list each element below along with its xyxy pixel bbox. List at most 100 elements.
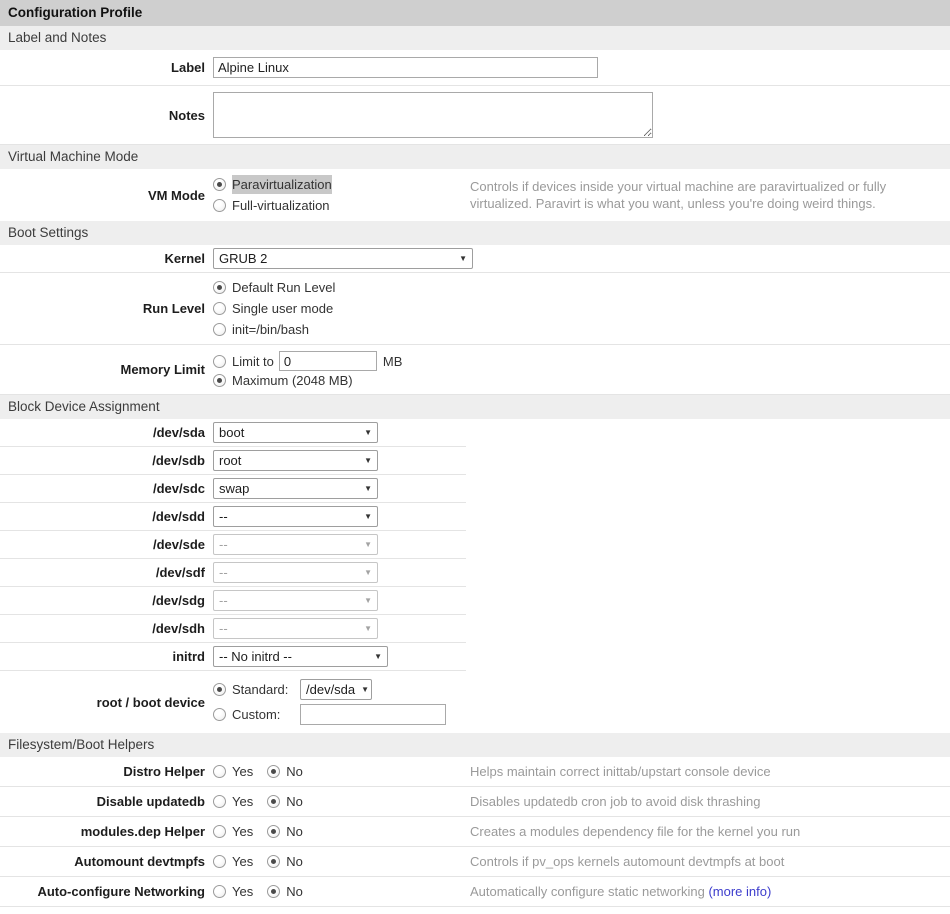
root-boot-device-row: root / boot device Standard: /dev/sda ▼ …	[0, 671, 950, 733]
init-bin-bash-option-label[interactable]: init=/bin/bash	[232, 320, 309, 339]
helper-label: Automount devtmpfs	[0, 854, 213, 869]
helper-label: Disable updatedb	[0, 794, 213, 809]
helper-label: modules.dep Helper	[0, 824, 213, 839]
chevron-down-icon: ▼	[364, 624, 372, 633]
initrd-select-value: -- No initrd --	[219, 649, 292, 664]
section-virtual-machine-mode: Virtual Machine Mode	[0, 145, 950, 169]
memory-limit-input[interactable]	[279, 351, 377, 371]
device-label: /dev/sda	[0, 425, 213, 440]
helper-row-modules-dep: modules.dep Helper Yes No Creates a modu…	[0, 817, 950, 847]
radio-modules-dep-no[interactable]	[267, 825, 280, 838]
radio-distro-helper-yes[interactable]	[213, 765, 226, 778]
standard-root-select[interactable]: /dev/sda ▼	[300, 679, 372, 700]
radio-modules-dep-yes[interactable]	[213, 825, 226, 838]
sdb-select[interactable]: root ▼	[213, 450, 378, 471]
memory-limit-row: Memory Limit Limit to MB Maximum (2048 M…	[0, 345, 950, 395]
no-option-label[interactable]: No	[286, 884, 303, 899]
device-row-sdc: /dev/sdc swap ▼	[0, 475, 466, 503]
memory-limit-unit: MB	[383, 354, 403, 369]
sdh-select-value: --	[219, 621, 228, 636]
sdf-select-value: --	[219, 565, 228, 580]
sdg-select-value: --	[219, 593, 228, 608]
sda-select[interactable]: boot ▼	[213, 422, 378, 443]
no-option-label[interactable]: No	[286, 824, 303, 839]
device-label: /dev/sdh	[0, 621, 213, 636]
device-row-sde: /dev/sde -- ▼	[0, 531, 466, 559]
section-block-device-assignment: Block Device Assignment	[0, 395, 950, 419]
custom-root-input[interactable]	[300, 704, 446, 725]
device-row-sdd: /dev/sdd -- ▼	[0, 503, 466, 531]
radio-default-run-level[interactable]	[213, 281, 226, 294]
label-row: Label	[0, 50, 950, 86]
paravirtualization-option-label[interactable]: Paravirtualization	[232, 175, 332, 194]
limit-to-option-label[interactable]: Limit to	[232, 354, 274, 369]
radio-auto-configure-networking-no[interactable]	[267, 885, 280, 898]
sdd-select[interactable]: -- ▼	[213, 506, 378, 527]
radio-standard-root[interactable]	[213, 683, 226, 696]
kernel-select[interactable]: GRUB 2 ▼	[213, 248, 473, 269]
standard-option-label[interactable]: Standard:	[232, 682, 294, 697]
vm-mode-row: VM Mode Paravirtualization Full-virtuali…	[0, 169, 950, 221]
helper-row-distro-helper: Distro Helper Yes No Helps maintain corr…	[0, 757, 950, 787]
yes-option-label[interactable]: Yes	[232, 824, 253, 839]
radio-auto-configure-networking-yes[interactable]	[213, 885, 226, 898]
vm-mode-help-text: Controls if devices inside your virtual …	[470, 178, 942, 212]
radio-maximum-memory[interactable]	[213, 374, 226, 387]
device-row-sdg: /dev/sdg -- ▼	[0, 587, 466, 615]
device-label: /dev/sdg	[0, 593, 213, 608]
no-option-label[interactable]: No	[286, 854, 303, 869]
kernel-row: Kernel GRUB 2 ▼	[0, 245, 950, 273]
notes-row: Notes	[0, 86, 950, 145]
radio-automount-devtmpfs-no[interactable]	[267, 855, 280, 868]
radio-automount-devtmpfs-yes[interactable]	[213, 855, 226, 868]
helper-label: Distro Helper	[0, 764, 213, 779]
chevron-down-icon: ▼	[459, 254, 467, 263]
radio-paravirtualization[interactable]	[213, 178, 226, 191]
chevron-down-icon: ▼	[374, 652, 382, 661]
yes-option-label[interactable]: Yes	[232, 884, 253, 899]
yes-option-label[interactable]: Yes	[232, 764, 253, 779]
chevron-down-icon: ▼	[364, 596, 372, 605]
more-info-link[interactable]: (more info)	[708, 884, 771, 899]
yes-option-label[interactable]: Yes	[232, 794, 253, 809]
sdc-select-value: swap	[219, 481, 249, 496]
radio-limit-to[interactable]	[213, 355, 226, 368]
yes-option-label[interactable]: Yes	[232, 854, 253, 869]
radio-disable-updatedb-no[interactable]	[267, 795, 280, 808]
default-run-level-option-label[interactable]: Default Run Level	[232, 278, 335, 297]
run-level-row: Run Level Default Run Level Single user …	[0, 273, 950, 345]
initrd-row: initrd -- No initrd -- ▼	[0, 643, 466, 671]
sde-select: -- ▼	[213, 534, 378, 555]
helper-help-text: Creates a modules dependency file for th…	[470, 823, 942, 840]
label-input[interactable]	[213, 57, 598, 78]
section-label-and-notes: Label and Notes	[0, 26, 950, 50]
notes-textarea[interactable]	[213, 92, 653, 138]
initrd-select[interactable]: -- No initrd -- ▼	[213, 646, 388, 667]
chevron-down-icon: ▼	[364, 540, 372, 549]
helper-label: Auto-configure Networking	[0, 884, 213, 899]
radio-disable-updatedb-yes[interactable]	[213, 795, 226, 808]
section-filesystem-boot-helpers: Filesystem/Boot Helpers	[0, 733, 950, 757]
notes-field-label: Notes	[0, 108, 213, 123]
single-user-mode-option-label[interactable]: Single user mode	[232, 299, 333, 318]
radio-init-bin-bash[interactable]	[213, 323, 226, 336]
kernel-label: Kernel	[0, 251, 213, 266]
sdd-select-value: --	[219, 509, 228, 524]
sde-select-value: --	[219, 537, 228, 552]
radio-distro-helper-no[interactable]	[267, 765, 280, 778]
radio-custom-root[interactable]	[213, 708, 226, 721]
no-option-label[interactable]: No	[286, 764, 303, 779]
device-row-sdb: /dev/sdb root ▼	[0, 447, 466, 475]
no-option-label[interactable]: No	[286, 794, 303, 809]
full-virtualization-option-label[interactable]: Full-virtualization	[232, 196, 330, 215]
device-label: /dev/sdc	[0, 481, 213, 496]
root-boot-device-label: root / boot device	[0, 695, 213, 710]
radio-full-virtualization[interactable]	[213, 199, 226, 212]
chevron-down-icon: ▼	[364, 512, 372, 521]
maximum-memory-option-label[interactable]: Maximum (2048 MB)	[232, 373, 353, 388]
sdc-select[interactable]: swap ▼	[213, 478, 378, 499]
sdg-select: -- ▼	[213, 590, 378, 611]
device-label: /dev/sdb	[0, 453, 213, 468]
radio-single-user-mode[interactable]	[213, 302, 226, 315]
custom-option-label[interactable]: Custom:	[232, 707, 294, 722]
